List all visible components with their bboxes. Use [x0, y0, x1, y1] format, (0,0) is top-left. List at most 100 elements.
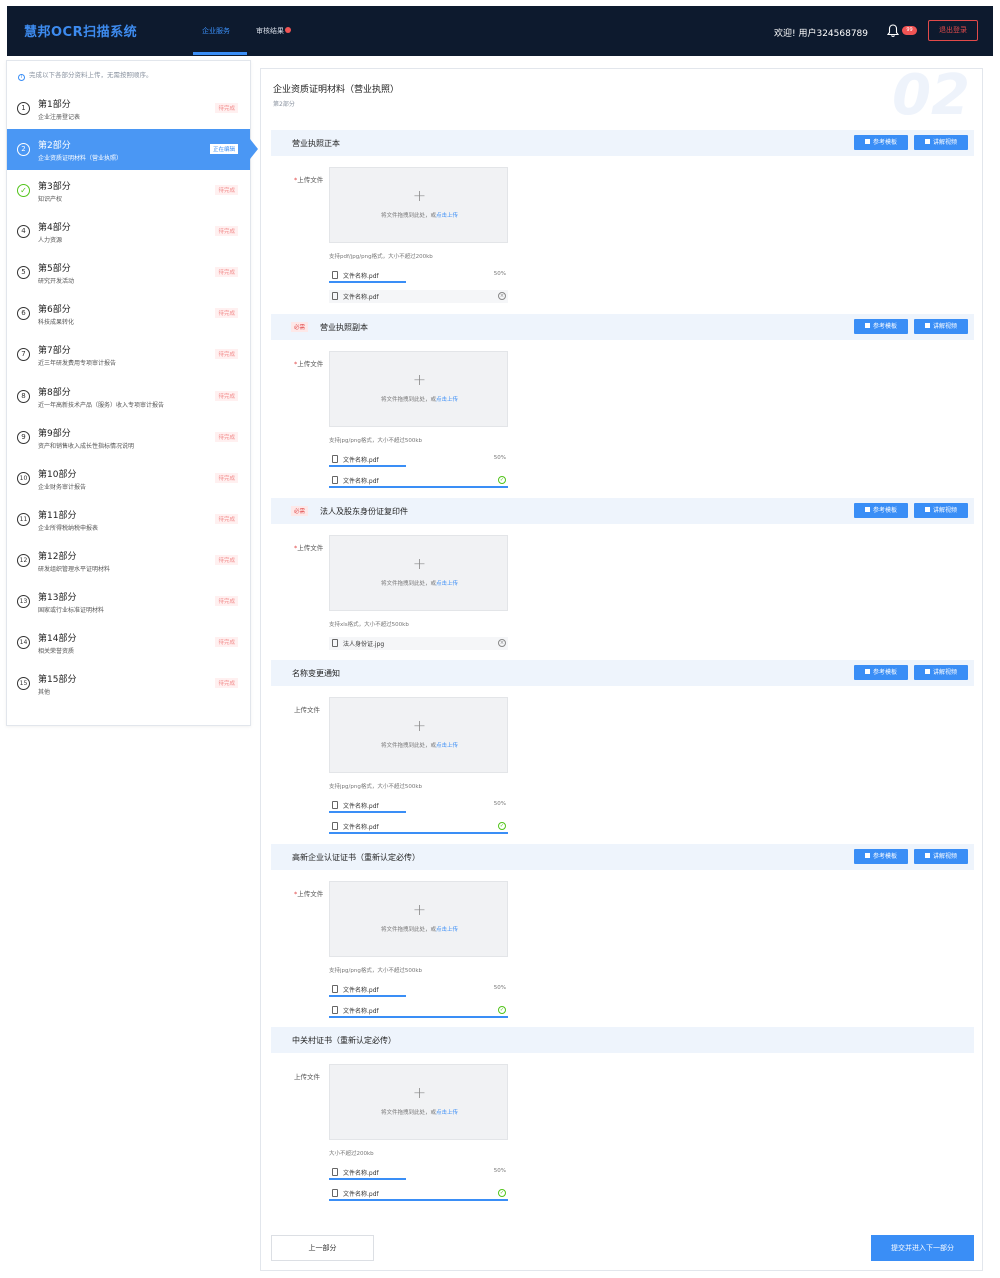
file-name: 文件名称.pdf: [343, 457, 379, 464]
plus-icon: +: [412, 554, 427, 573]
upload-label-text: 上传文件: [297, 176, 324, 184]
file-item[interactable]: 法人身份证.jpg ×: [329, 637, 508, 650]
step-item-7[interactable]: 7 第7部分 近三年研发费用专项审计报告 待完成: [7, 334, 250, 375]
section-title: 营业执照副本: [320, 323, 368, 332]
step-status-badge: 待完成: [215, 596, 238, 606]
step-number-circle: 13: [17, 595, 30, 608]
sidebar-hint-text: 完成以下各部分资料上传，无需按照顺序。: [29, 71, 153, 79]
step-number-circle: 11: [17, 513, 30, 526]
steps-sidebar: i 完成以下各部分资料上传，无需按照顺序。 1 第1部分 企业注册登记表 待完成 …: [6, 60, 258, 726]
step-item-6[interactable]: 6 第6部分 科技成果转化 待完成: [7, 293, 250, 334]
file-dropzone[interactable]: + 将文件拖拽到此处，或点击上传: [329, 881, 508, 957]
step-item-10[interactable]: 10 第10部分 企业财务审计报告 待完成: [7, 458, 250, 499]
reference-template-button[interactable]: 参考模板: [854, 135, 908, 150]
step-item-8[interactable]: 8 第8部分 近一年高新技术产品（服务）收入专项审计报告 待完成: [7, 376, 250, 417]
file-item-uploading[interactable]: 文件名称.pdf 50%: [329, 983, 508, 997]
nav-enterprise-service[interactable]: 企业服务: [202, 26, 230, 36]
file-item-complete[interactable]: 文件名称.pdf ✓: [329, 820, 508, 834]
file-item-uploading[interactable]: 文件名称.pdf 50%: [329, 269, 508, 283]
reference-template-button[interactable]: 参考模板: [854, 849, 908, 864]
step-item-13[interactable]: 13 第13部分 国家或行业标准证明材料 待完成: [7, 581, 250, 622]
step-status-badge: 待完成: [215, 267, 238, 277]
step-item-15[interactable]: 15 第15部分 其他 待完成: [7, 663, 250, 704]
step-item-9[interactable]: 9 第9部分 资产和销售收入成长性指标情况说明 待完成: [7, 417, 250, 458]
step-item-3[interactable]: ✓ 第3部分 知识产权 待完成: [7, 170, 250, 211]
button-label: 讲解视频: [932, 669, 957, 676]
previous-part-button[interactable]: 上一部分: [271, 1235, 374, 1261]
step-title: 第9部分: [38, 429, 71, 439]
upload-progress-bar: [329, 1016, 508, 1018]
file-item-uploading[interactable]: 文件名称.pdf 50%: [329, 799, 508, 813]
button-label: 讲解视频: [932, 139, 957, 146]
upload-progress-bar: [329, 995, 406, 997]
step-subtitle: 近一年高新技术产品（服务）收入专项审计报告: [38, 402, 165, 409]
explain-video-button[interactable]: 讲解视频: [914, 319, 968, 334]
document-icon: [864, 669, 870, 674]
click-upload-link[interactable]: 点击上传: [436, 397, 458, 403]
file-dropzone[interactable]: + 将文件拖拽到此处，或点击上传: [329, 535, 508, 611]
step-status-badge: 待完成: [215, 185, 238, 195]
file-item-complete[interactable]: 文件名称.pdf ✓: [329, 474, 508, 488]
step-item-1[interactable]: 1 第1部分 企业注册登记表 待完成: [7, 88, 250, 129]
step-status-badge: 待完成: [215, 391, 238, 401]
file-item-complete[interactable]: 文件名称.pdf ✓: [329, 1004, 508, 1018]
submit-next-part-button[interactable]: 提交并进入下一部分: [871, 1235, 974, 1261]
step-item-11[interactable]: 11 第11部分 企业所得税纳税申报表 待完成: [7, 499, 250, 540]
click-upload-link[interactable]: 点击上传: [436, 743, 458, 749]
reference-template-button[interactable]: 参考模板: [854, 503, 908, 518]
explain-video-button[interactable]: 讲解视频: [914, 503, 968, 518]
step-item-4[interactable]: 4 第4部分 人力资源 待完成: [7, 211, 250, 252]
click-upload-link[interactable]: 点击上传: [436, 1110, 458, 1116]
upload-progress-bar: [329, 281, 406, 283]
info-icon: i: [18, 74, 25, 81]
bell-icon[interactable]: [887, 24, 899, 38]
step-item-5[interactable]: 5 第5部分 研究开发活动 待完成: [7, 252, 250, 293]
dropzone-hint: 将文件拖拽到此处，或: [380, 581, 436, 587]
plus-icon: +: [412, 186, 427, 205]
file-item-uploading[interactable]: 文件名称.pdf 50%: [329, 1166, 508, 1180]
plus-icon: +: [412, 716, 427, 735]
file-item-uploading[interactable]: 文件名称.pdf 50%: [329, 453, 508, 467]
reference-template-button[interactable]: 参考模板: [854, 319, 908, 334]
file-item-complete[interactable]: 文件名称.pdf ✓: [329, 1187, 508, 1201]
step-subtitle: 资产和销售收入成长性指标情况说明: [38, 443, 135, 450]
plus-icon: +: [412, 370, 427, 389]
file-item[interactable]: 文件名称.pdf ×: [329, 290, 508, 303]
click-upload-link[interactable]: 点击上传: [436, 927, 458, 933]
video-icon: [924, 507, 930, 512]
nav-review-results[interactable]: 审核结果: [256, 26, 291, 36]
explain-video-button[interactable]: 讲解视频: [914, 665, 968, 680]
explain-video-button[interactable]: 讲解视频: [914, 135, 968, 150]
step-number-circle: 8: [17, 390, 30, 403]
upload-progress-bar: [329, 811, 406, 813]
file-dropzone[interactable]: + 将文件拖拽到此处，或点击上传: [329, 167, 508, 243]
step-title: 第5部分: [38, 264, 71, 274]
file-dropzone[interactable]: + 将文件拖拽到此处，或点击上传: [329, 697, 508, 773]
logout-button[interactable]: 退出登录: [928, 20, 978, 41]
file-name: 文件名称.pdf: [343, 478, 379, 485]
remove-file-icon[interactable]: ×: [498, 292, 506, 300]
app-logo: 慧邦OCR扫描系统: [24, 25, 138, 40]
video-icon: [924, 669, 930, 674]
upload-label: 上传文件: [294, 706, 320, 714]
click-upload-link[interactable]: 点击上传: [436, 213, 458, 219]
file-dropzone[interactable]: + 将文件拖拽到此处，或点击上传: [329, 351, 508, 427]
file-name: 文件名称.pdf: [343, 803, 379, 810]
file-icon: [332, 801, 338, 809]
step-item-2[interactable]: 2 第2部分 企业资质证明材料（营业执照） 正在编辑: [7, 129, 258, 170]
remove-file-icon[interactable]: ×: [498, 639, 506, 647]
upload-percent: 50%: [493, 801, 506, 807]
explain-video-button[interactable]: 讲解视频: [914, 849, 968, 864]
plus-icon: +: [412, 1083, 427, 1102]
step-title: 第2部分: [38, 141, 71, 151]
step-item-14[interactable]: 14 第14部分 相关荣誉资质 待完成: [7, 622, 250, 663]
step-number-circle: 15: [17, 677, 30, 690]
welcome-user: 欢迎! 用户324568789: [774, 29, 869, 39]
step-number-circle: 5: [17, 266, 30, 279]
click-upload-link[interactable]: 点击上传: [436, 581, 458, 587]
upload-label: 上传文件: [294, 1073, 320, 1081]
step-number-circle: 9: [17, 431, 30, 444]
file-dropzone[interactable]: + 将文件拖拽到此处，或点击上传: [329, 1064, 508, 1140]
reference-template-button[interactable]: 参考模板: [854, 665, 908, 680]
step-item-12[interactable]: 12 第12部分 研发组织管理水平证明材料 待完成: [7, 540, 250, 581]
